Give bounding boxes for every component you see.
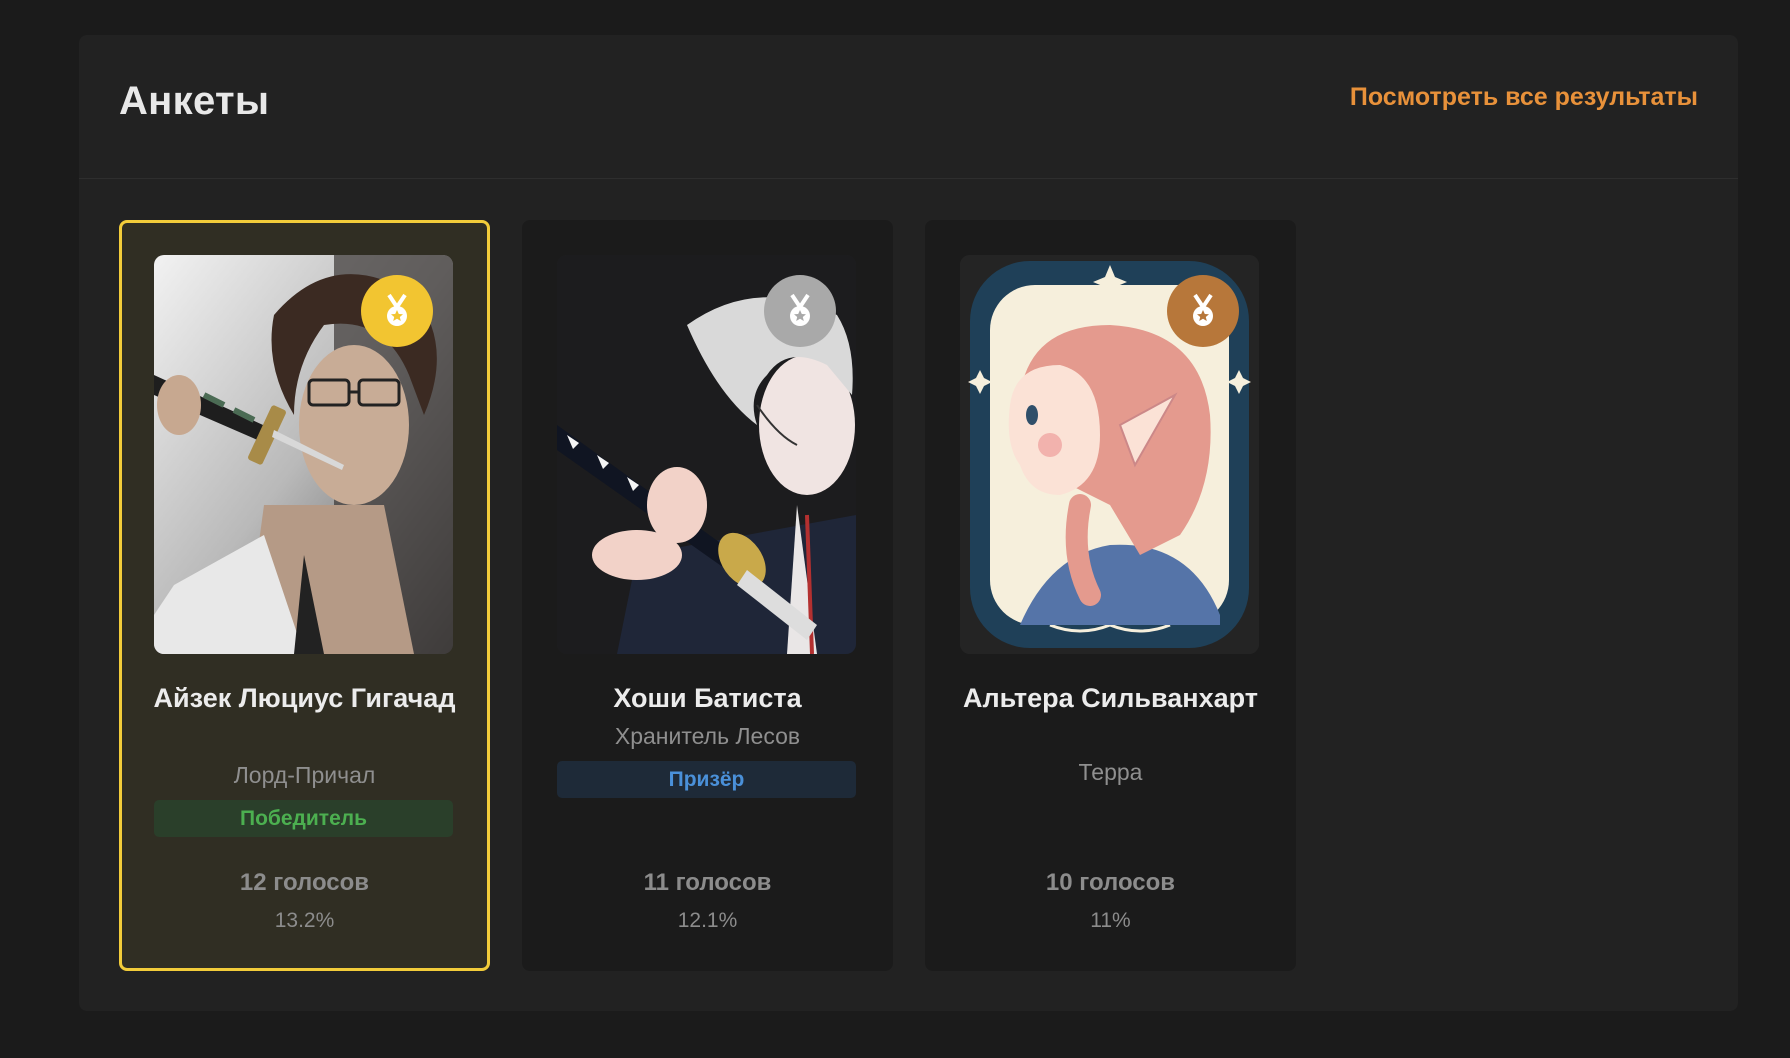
profile-card-3[interactable]: Альтера Сильванхарт Терра 10 голосов 11% [925,220,1296,971]
panel-header: Анкеты Посмотреть все результаты [79,35,1738,179]
profile-name: Айзек Люциус Гигачад [153,683,456,713]
profile-subtitle: Терра [1078,759,1143,785]
results-panel: Анкеты Посмотреть все результаты Айзек Л… [79,35,1738,1011]
profile-name: Хоши Батиста [613,683,802,713]
see-all-results-link[interactable]: Посмотреть все результаты [1350,83,1698,112]
prize-badge: Призёр [557,761,856,798]
votes-count: 11 голосов [643,869,772,896]
votes-percent: 12.1% [677,909,738,932]
votes-percent: 11% [1090,909,1131,932]
profile-subtitle: Хранитель Лесов [614,723,801,749]
gold-medal-icon [361,275,433,347]
votes-count: 10 голосов [1045,869,1176,896]
votes-percent: 13.2% [274,909,335,932]
winner-badge: Победитель [154,800,453,837]
silver-medal-icon [764,275,836,347]
profile-image [960,255,1259,654]
page-title: Анкеты [119,79,270,123]
profile-name: Альтера Сильванхарт [963,683,1258,713]
profile-image [154,255,453,654]
profile-image [557,255,856,654]
votes-count: 12 голосов [239,869,370,896]
bronze-medal-icon [1167,275,1239,347]
profile-card-1[interactable]: Айзек Люциус Гигачад Лорд-Причал Победит… [119,220,490,971]
profile-subtitle: Лорд-Причал [233,762,376,788]
profile-card-2[interactable]: Хоши Батиста Хранитель Лесов Призёр 11 г… [522,220,893,971]
